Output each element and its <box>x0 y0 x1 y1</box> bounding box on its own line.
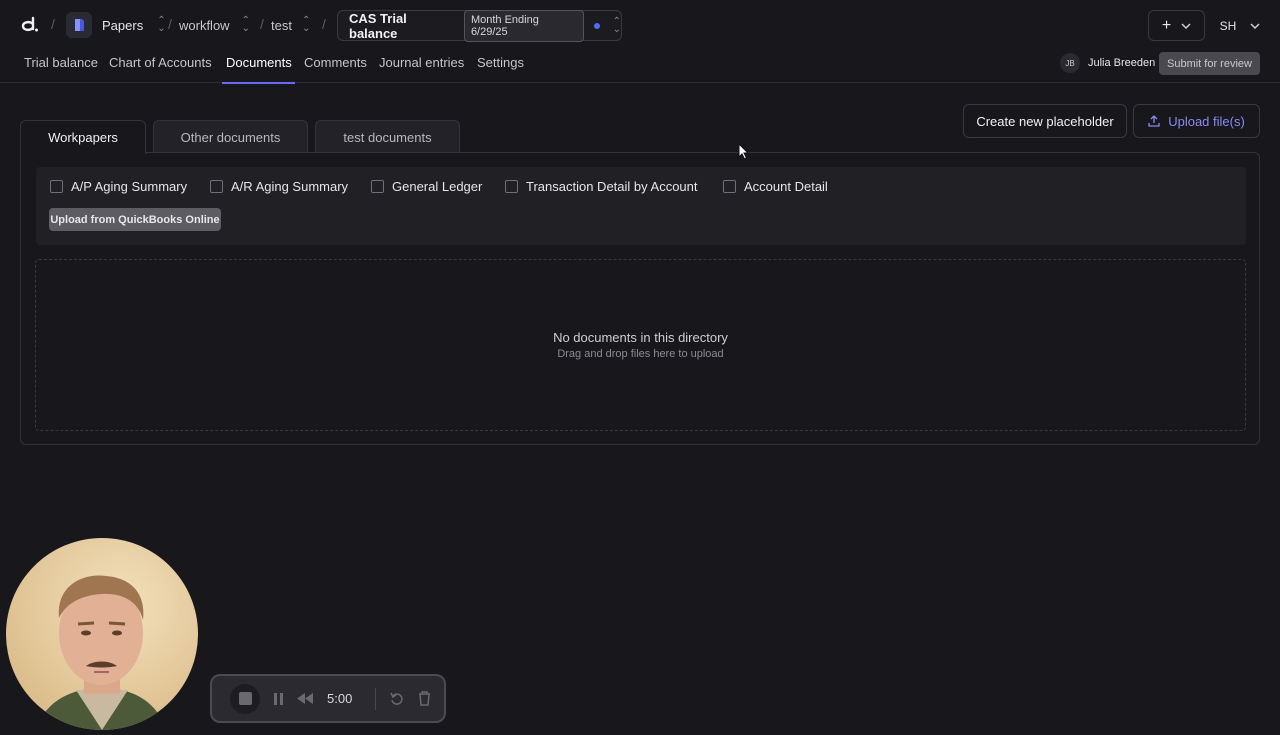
checkbox[interactable] <box>723 180 736 193</box>
create-placeholder-button[interactable]: Create new placeholder <box>963 104 1127 138</box>
top-bar: / Papers ⌃ ⌄ / workflow ⌃ ⌄ / test ⌃ ⌄ / CA… <box>0 0 1280 50</box>
submit-for-review-button[interactable]: Submit for review <box>1159 52 1260 75</box>
checkbox[interactable] <box>210 180 223 193</box>
create-menu-button[interactable]: + <box>1148 10 1205 41</box>
reviewer[interactable]: JB Julia Breeden <box>1060 53 1155 73</box>
user-menu-button[interactable]: SH <box>1212 10 1268 41</box>
checkbox-label: General Ledger <box>392 179 483 194</box>
document-selector[interactable]: CAS Trial balance Month Ending 6/29/25 ⌃… <box>337 9 622 42</box>
checkbox[interactable] <box>505 180 518 193</box>
divider <box>375 687 376 710</box>
checkbox-label: A/P Aging Summary <box>71 179 188 194</box>
upload-files-label: Upload file(s) <box>1168 113 1245 129</box>
chevron-down-icon <box>1250 22 1260 29</box>
papers-icon <box>66 12 92 38</box>
user-initials: SH <box>1219 18 1237 33</box>
recording-controls: 5:00 <box>210 674 446 723</box>
checkbox-label: Account Detail <box>744 179 828 194</box>
document-title: CAS Trial balance <box>349 10 407 41</box>
chevron-updown-icon: ⌃ ⌄ <box>301 15 311 34</box>
chevron-updown-icon: ⌃ ⌄ <box>241 15 250 34</box>
breadcrumb-folder[interactable]: workflow ⌃ ⌄ <box>179 11 250 39</box>
breadcrumb-separator: / <box>51 16 55 32</box>
recording-timer: 5:00 <box>327 691 353 706</box>
upload-from-quickbooks-button[interactable]: Upload from QuickBooks Online <box>49 208 221 231</box>
upload-icon <box>1148 115 1160 127</box>
mouse-cursor-icon <box>738 143 750 160</box>
tab-other-documents[interactable]: Other documents <box>153 120 308 153</box>
checkbox-transaction-detail-by-account[interactable]: Transaction Detail by Account <box>505 179 698 194</box>
checkbox-general-ledger[interactable]: General Ledger <box>371 179 482 194</box>
status-dot <box>593 22 600 29</box>
tab-chart-of-accounts[interactable]: Chart of Accounts <box>109 55 212 79</box>
dropzone-title: No documents in this directory <box>553 330 728 345</box>
checkbox-ar-aging-summary[interactable]: A/R Aging Summary <box>210 179 348 194</box>
tab-trial-balance[interactable]: Trial balance <box>24 55 98 79</box>
checkbox-label: A/R Aging Summary <box>231 179 349 194</box>
chevron-down-icon <box>1181 22 1191 29</box>
breadcrumb-separator: / <box>260 16 264 32</box>
tab-journal-entries[interactable]: Journal entries <box>379 55 464 79</box>
file-dropzone[interactable]: No documents in this directory Drag and … <box>35 259 1246 431</box>
restart-icon[interactable] <box>390 692 404 706</box>
checkbox-label: Transaction Detail by Account <box>526 179 698 194</box>
dropzone-subtitle: Drag and drop files here to upload <box>557 348 724 360</box>
project-label: test <box>271 17 292 33</box>
tab-settings[interactable]: Settings <box>477 55 524 79</box>
reviewer-name: Julia Breeden <box>1088 57 1156 69</box>
period-badge: Month Ending 6/29/25 <box>463 9 584 42</box>
checkbox-account-detail[interactable]: Account Detail <box>723 179 828 194</box>
checkbox-ap-aging-summary[interactable]: A/P Aging Summary <box>50 179 187 194</box>
plus-icon: + <box>1161 16 1172 34</box>
breadcrumb-separator: / <box>168 16 172 32</box>
create-placeholder-label: Create new placeholder <box>976 113 1114 129</box>
tab-workpapers[interactable]: Workpapers <box>20 120 146 154</box>
app-logo-icon[interactable] <box>19 15 39 35</box>
checkbox[interactable] <box>50 180 63 193</box>
workspace-label: Papers <box>102 17 144 33</box>
webcam-bubble[interactable] <box>6 538 198 730</box>
folder-label: workflow <box>179 17 230 33</box>
chevron-updown-icon: ⌃ ⌄ <box>157 15 166 34</box>
quickbooks-import-box: A/P Aging Summary A/R Aging Summary Gene… <box>36 167 1246 245</box>
tab-test-documents[interactable]: test documents <box>315 120 460 153</box>
pause-button[interactable] <box>274 692 283 705</box>
breadcrumb-separator: / <box>322 16 326 32</box>
checkbox[interactable] <box>371 180 384 193</box>
trash-icon[interactable] <box>418 691 431 706</box>
pause-icon <box>274 692 277 705</box>
rewind-icon[interactable] <box>297 693 313 704</box>
documents-panel: A/P Aging Summary A/R Aging Summary Gene… <box>20 152 1260 445</box>
tab-documents[interactable]: Documents <box>222 55 295 84</box>
stop-icon <box>238 692 252 705</box>
tab-comments[interactable]: Comments <box>304 55 367 79</box>
chevron-updown-icon: ⌃ ⌄ <box>612 15 621 35</box>
avatar: JB <box>1060 53 1080 73</box>
breadcrumb-project[interactable]: test ⌃ ⌄ <box>271 11 310 39</box>
breadcrumb-workspace[interactable]: Papers ⌃ ⌄ <box>66 11 166 39</box>
upload-files-button[interactable]: Upload file(s) <box>1133 104 1260 138</box>
presenter-video-icon <box>6 538 198 730</box>
pause-icon <box>280 692 283 705</box>
stop-recording-button[interactable] <box>230 683 260 714</box>
